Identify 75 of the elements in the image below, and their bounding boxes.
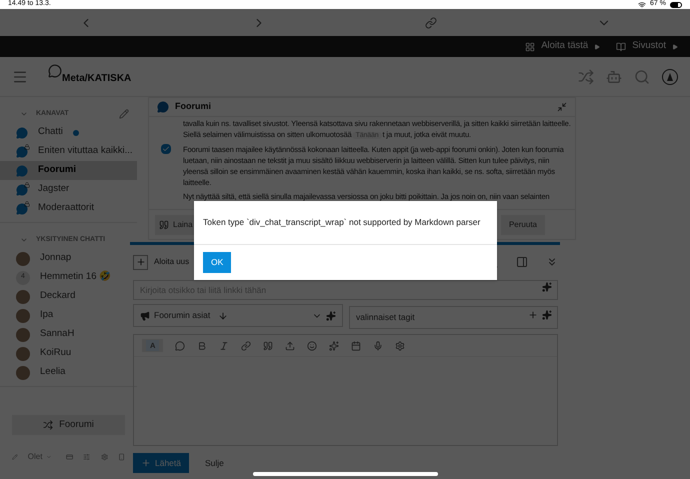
sparkles-icon[interactable] [542, 310, 552, 320]
new-topic-label: Aloita uus [154, 256, 190, 268]
tags-field[interactable]: valinnaiset tagit [349, 306, 558, 328]
italic-icon[interactable] [219, 340, 230, 350]
pencil-icon [12, 453, 18, 461]
phone-icon[interactable] [118, 452, 126, 462]
pencil-icon[interactable] [119, 109, 129, 119]
section-toggle[interactable] [20, 236, 28, 244]
send-button[interactable]: Lähetä [133, 453, 189, 473]
category-dropdown[interactable]: Foorumin asiat [133, 304, 343, 327]
search-icon[interactable] [634, 68, 650, 84]
chat-bubble-icon [157, 101, 169, 113]
close-button[interactable]: Sulje [205, 456, 224, 470]
sidebar-item[interactable]: Jagster [0, 180, 137, 199]
message-checkbox[interactable] [161, 144, 171, 154]
dialog-message: Token type `div_chat_transcript_wrap` not supported by Markdown parser [194, 201, 497, 245]
quote-icon [159, 220, 169, 230]
avatar [16, 252, 30, 266]
menu-icon[interactable] [12, 68, 28, 84]
emoji-icon[interactable] [307, 340, 318, 350]
sidebar-item[interactable]: Jonnap [0, 249, 137, 268]
grid-icon [525, 42, 536, 52]
shuffle-icon [43, 420, 54, 430]
user-avatar[interactable] [662, 68, 678, 84]
shuffle-icon[interactable] [578, 68, 594, 84]
microphone-icon[interactable] [373, 340, 384, 350]
calendar-icon[interactable] [351, 340, 362, 350]
sparkles-icon[interactable] [542, 282, 552, 292]
avatar [16, 366, 30, 380]
top-bar-link[interactable]: Sivustot [632, 39, 666, 54]
bold-icon[interactable] [197, 340, 208, 350]
quote-icon[interactable] [263, 340, 274, 350]
plus-icon [141, 458, 151, 468]
plus-icon[interactable] [528, 310, 538, 320]
cancel-button[interactable]: Peruuta [500, 214, 545, 234]
sliders-icon[interactable] [83, 452, 91, 462]
sparkles-icon [326, 310, 336, 320]
link-icon[interactable] [425, 16, 438, 28]
side-panel-icon[interactable] [516, 256, 528, 268]
book-icon [616, 42, 626, 52]
speech-bubble-icon[interactable] [175, 340, 186, 350]
robot-icon[interactable] [606, 68, 622, 84]
link-icon[interactable] [241, 340, 252, 350]
logo-icon [48, 64, 62, 78]
collapse-icon[interactable] [546, 256, 558, 268]
sidebar-item[interactable]: Moderaattorit [0, 199, 137, 218]
card-icon[interactable] [66, 452, 74, 462]
sidebar-item[interactable]: Eniten vituttaa kaikki... [0, 142, 137, 161]
caret-icon [594, 44, 600, 50]
site-title[interactable]: Meta/KATISKA [62, 71, 132, 86]
section-toggle[interactable] [20, 110, 28, 118]
top-bar-link[interactable]: Aloita tästä [541, 39, 588, 54]
megaphone-icon [140, 310, 150, 320]
plus-icon [136, 257, 146, 267]
arrow-down-icon [218, 310, 228, 320]
minimize-icon[interactable] [557, 102, 567, 112]
ok-button[interactable]: OK [203, 252, 232, 273]
settings-icon[interactable] [100, 452, 108, 462]
quote-button[interactable]: Laina [155, 214, 197, 234]
settings-icon[interactable] [395, 340, 406, 350]
upload-icon[interactable] [285, 340, 296, 350]
sparkles-icon[interactable] [329, 340, 340, 350]
sidebar-item[interactable]: Chatti [0, 123, 137, 142]
chat-title: Foorumi [175, 100, 212, 114]
caret-icon [672, 44, 678, 50]
sidebar-item[interactable]: Foorumi [0, 161, 137, 180]
avatar [16, 308, 30, 322]
avatar [16, 328, 30, 342]
wifi-icon [638, 0, 646, 8]
caret-icon[interactable] [46, 453, 52, 461]
forum-button[interactable]: Foorumi [12, 415, 125, 435]
avatar [16, 346, 30, 360]
battery-icon [670, 2, 682, 8]
new-topic-button[interactable] [133, 254, 148, 270]
avatar [16, 290, 30, 304]
